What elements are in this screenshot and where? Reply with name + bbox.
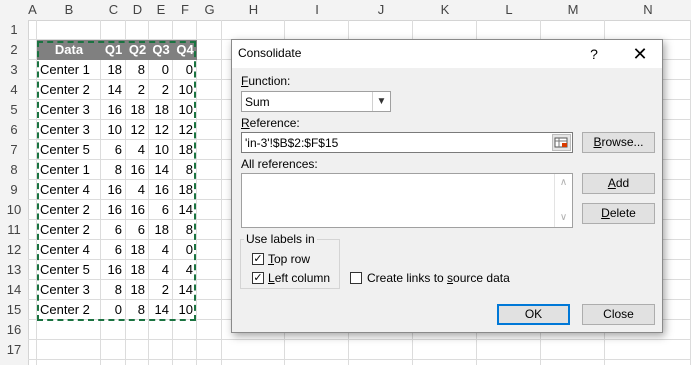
column-header-i[interactable]: I	[285, 0, 349, 20]
row-header-10[interactable]: 10	[0, 200, 28, 220]
grid-line	[28, 359, 691, 360]
create-links-label[interactable]: Create links to source data	[367, 271, 510, 285]
reference-label: Reference:	[241, 116, 300, 130]
column-header-d[interactable]: D	[126, 0, 149, 20]
row-header-17[interactable]: 17	[0, 340, 28, 360]
add-button[interactable]: Add	[582, 173, 655, 194]
row-header-15[interactable]: 15	[0, 300, 28, 320]
row-header-12[interactable]: 12	[0, 240, 28, 260]
column-header-m[interactable]: M	[541, 0, 605, 20]
dialog-titlebar[interactable]: Consolidate ? ✕	[232, 40, 662, 68]
row-header-11[interactable]: 11	[0, 220, 28, 240]
column-header-h[interactable]: H	[222, 0, 285, 20]
scroll-down-icon[interactable]: ∨	[555, 211, 572, 225]
row-header-13[interactable]: 13	[0, 260, 28, 280]
grid-line	[221, 20, 222, 365]
column-header-j[interactable]: J	[349, 0, 413, 20]
help-button[interactable]: ?	[584, 44, 604, 64]
scroll-up-icon[interactable]: ∧	[555, 176, 572, 190]
left-column-checkbox[interactable]: ✓	[252, 272, 264, 284]
column-header-g[interactable]: G	[197, 0, 222, 20]
row-header-6[interactable]: 6	[0, 120, 28, 140]
delete-button[interactable]: Delete	[582, 203, 655, 224]
column-header-c[interactable]: C	[101, 0, 126, 20]
close-icon[interactable]: ✕	[628, 43, 652, 65]
row-header-7[interactable]: 7	[0, 140, 28, 160]
column-header-e[interactable]: E	[149, 0, 173, 20]
column-header-l[interactable]: L	[477, 0, 541, 20]
column-header-n[interactable]: N	[605, 0, 691, 20]
browse-button[interactable]: Browse...	[582, 132, 655, 153]
column-header-k[interactable]: K	[413, 0, 477, 20]
reference-value: 'in-3'!$B$2:$F$15	[245, 136, 339, 150]
collapse-dialog-icon[interactable]	[552, 134, 571, 151]
function-dropdown[interactable]: Sum ▼	[241, 91, 391, 112]
all-references-label: All references:	[241, 157, 318, 171]
create-links-checkbox[interactable]	[350, 272, 362, 284]
column-header-b[interactable]: B	[37, 0, 101, 20]
copy-marquee	[37, 41, 196, 321]
column-header-a[interactable]: A	[28, 0, 37, 20]
function-label: Function:	[241, 74, 291, 88]
row-header-8[interactable]: 8	[0, 160, 28, 180]
consolidate-dialog: Consolidate ? ✕ Function: Sum ▼ Referenc…	[231, 39, 663, 333]
row-header-5[interactable]: 5	[0, 100, 28, 120]
column-header-f[interactable]: F	[173, 0, 197, 20]
close-button[interactable]: Close	[582, 304, 655, 325]
dialog-title: Consolidate	[238, 46, 302, 60]
use-labels-title: Use labels in	[244, 232, 317, 246]
grid-line	[28, 339, 691, 340]
row-header-3[interactable]: 3	[0, 60, 28, 80]
function-value: Sum	[245, 95, 270, 109]
row-header-1[interactable]: 1	[0, 20, 28, 40]
row-header-2[interactable]: 2	[0, 40, 28, 60]
top-row-label[interactable]: Top row	[268, 252, 310, 266]
row-header-16[interactable]: 16	[0, 320, 28, 340]
reference-input[interactable]: 'in-3'!$B$2:$F$15	[241, 132, 573, 153]
row-header-9[interactable]: 9	[0, 180, 28, 200]
row-header-14[interactable]: 14	[0, 280, 28, 300]
ok-button[interactable]: OK	[497, 304, 570, 325]
left-column-label[interactable]: Left column	[268, 271, 330, 285]
row-header-4[interactable]: 4	[0, 80, 28, 100]
all-references-list[interactable]: ∧ ∨	[241, 173, 573, 228]
chevron-down-icon[interactable]: ▼	[372, 92, 390, 111]
top-row-checkbox[interactable]: ✓	[252, 253, 264, 265]
all-references-scrollbar[interactable]: ∧ ∨	[554, 174, 572, 227]
